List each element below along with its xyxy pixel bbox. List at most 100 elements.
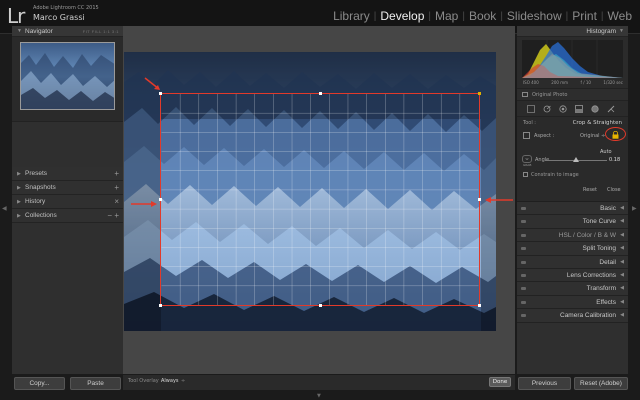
right-panel-toggle-icon[interactable]: ▶ (632, 205, 637, 212)
section-detail[interactable]: Detail ◀ (517, 255, 628, 269)
snapshots-header[interactable]: ▶ Snapshots + (12, 181, 123, 195)
crop-handle-bottom-right[interactable] (478, 304, 481, 307)
module-slideshow[interactable]: Slideshow (503, 9, 566, 23)
panel-switch-icon[interactable] (521, 207, 526, 210)
panel-switch-icon[interactable] (521, 220, 526, 224)
annotation-arrow-icon (144, 77, 160, 90)
panel-switch-icon[interactable] (521, 314, 526, 318)
panel-switch-icon[interactable] (521, 287, 526, 291)
angle-value[interactable]: 0.18 (609, 157, 620, 163)
crop-handle-left[interactable] (159, 198, 162, 201)
aspect-select[interactable]: Original ÷ (580, 133, 605, 139)
navigator-thumbnail[interactable] (20, 42, 115, 110)
crop-handle-right[interactable] (478, 198, 481, 201)
copy-button[interactable]: Copy... (14, 377, 65, 390)
spot-removal-icon[interactable] (543, 105, 551, 113)
histogram-header[interactable]: Histogram ▼ (517, 26, 628, 37)
reset-adobe-button[interactable]: Reset (Adobe) (574, 377, 628, 390)
original-photo-icon[interactable] (522, 92, 528, 97)
lightroom-logo: Lr (7, 4, 25, 28)
crop-handle-top-right[interactable] (478, 92, 481, 95)
presets-header[interactable]: ▶ Presets + (12, 167, 123, 181)
constrain-to-image-checkbox[interactable] (523, 172, 528, 177)
crop-handle-bottom[interactable] (319, 304, 322, 307)
section-label: Detail (599, 258, 616, 266)
module-library[interactable]: Library (329, 9, 374, 23)
section-camera-calibration[interactable]: Camera Calibration ◀ (517, 309, 628, 323)
crop-frame-icon[interactable] (523, 132, 530, 139)
section-label: Camera Calibration (560, 312, 616, 320)
crop-close-button[interactable]: Close (607, 187, 621, 193)
exif-info: ISO 400 200 mm f / 10 1/320 sec (523, 80, 623, 85)
snapshots-label: Snapshots (25, 184, 56, 191)
triangle-left-icon: ◀ (620, 205, 624, 211)
user-name: Marco Grassi (33, 13, 85, 22)
module-book[interactable]: Book (465, 9, 500, 23)
auto-straighten-button[interactable]: Auto (600, 149, 612, 155)
photo-canvas (123, 26, 515, 374)
adjustment-brush-icon[interactable] (607, 105, 615, 113)
filmstrip-toggle-icon[interactable]: ▼ (317, 393, 321, 399)
section-tone-curve[interactable]: Tone Curve ◀ (517, 215, 628, 229)
presets-label: Presets (25, 170, 48, 177)
crop-straighten-panel: Tool : Crop & Straighten Aspect : Origin… (517, 117, 628, 202)
section-label: Transform (586, 285, 616, 293)
done-button[interactable]: Done (489, 377, 511, 387)
navigator-zoom-modes[interactable]: FIT FILL 1:1 3:1 (83, 26, 119, 37)
previous-button[interactable]: Previous (518, 377, 571, 390)
panel-switch-icon[interactable] (521, 300, 526, 304)
exif-aperture: f / 10 (580, 80, 591, 85)
tool-overlay-select[interactable]: Always (161, 378, 179, 384)
aspect-label: Aspect : (534, 133, 555, 139)
radial-filter-icon[interactable] (591, 105, 599, 113)
triangle-down-icon: ▼ (17, 28, 22, 34)
section-transform[interactable]: Transform ◀ (517, 282, 628, 296)
toolbar: Tool Overlay : Always ÷ Done (123, 375, 515, 390)
left-panel: ▼ Navigator FIT FILL 1:1 3:1 ▶ Presets +… (12, 26, 123, 374)
module-develop[interactable]: Develop (376, 9, 428, 23)
panel-switch-icon[interactable] (521, 247, 526, 251)
section-lens-corrections[interactable]: Lens Corrections ◀ (517, 268, 628, 283)
section-label: Lens Corrections (566, 271, 616, 279)
section-label: Basic (600, 205, 616, 212)
section-label: HSL / Color / B & W (558, 231, 616, 239)
annotation-arrow-icon (131, 201, 157, 207)
history-header[interactable]: ▶ History × (12, 195, 123, 209)
section-effects[interactable]: Effects ◀ (517, 295, 628, 310)
crop-handle-top[interactable] (319, 92, 322, 95)
red-eye-icon[interactable] (559, 105, 567, 113)
graduated-filter-icon[interactable] (575, 105, 583, 113)
panel-switch-icon[interactable] (521, 260, 526, 264)
lock-icon[interactable] (612, 131, 619, 139)
angle-slider-thumb[interactable] (573, 157, 579, 162)
section-hsl-color-bw[interactable]: HSL / Color / B & W ◀ (517, 228, 628, 243)
paste-button[interactable]: Paste (70, 377, 121, 390)
add-snapshot-icon[interactable]: + (114, 181, 119, 195)
crop-grid-overlay (161, 94, 479, 305)
panel-switch-icon[interactable] (521, 233, 526, 237)
constrain-to-image-label: Constrain to image (531, 172, 579, 178)
crop-handle-bottom-left[interactable] (159, 304, 162, 307)
module-print[interactable]: Print (568, 9, 601, 23)
crop-frame[interactable] (159, 92, 481, 307)
left-panel-toggle-icon[interactable]: ◀ (2, 205, 7, 212)
crop-grid-icon[interactable] (527, 105, 535, 113)
triangle-right-icon: ▶ (17, 213, 21, 219)
section-basic[interactable]: Basic ◀ (517, 202, 628, 216)
histogram-label: Histogram (586, 28, 616, 35)
crop-mask-left (124, 119, 161, 331)
navigator-header[interactable]: ▼ Navigator FIT FILL 1:1 3:1 (12, 26, 123, 37)
module-web[interactable]: Web (604, 9, 636, 23)
triangle-right-icon: ▶ (17, 171, 21, 177)
collections-header[interactable]: ▶ Collections − + (12, 209, 123, 223)
straighten-tool-icon[interactable]: W GRAB (522, 155, 532, 167)
clear-history-icon[interactable]: × (114, 195, 119, 209)
section-split-toning[interactable]: Split Toning ◀ (517, 242, 628, 256)
crop-reset-button[interactable]: Reset (583, 187, 597, 193)
panel-switch-icon[interactable] (521, 273, 526, 277)
add-preset-icon[interactable]: + (114, 167, 119, 181)
module-map[interactable]: Map (431, 9, 462, 23)
collections-actions[interactable]: − + (107, 209, 119, 223)
crop-handle-top-left[interactable] (159, 92, 162, 95)
select-caret-icon[interactable]: ÷ (181, 378, 185, 384)
